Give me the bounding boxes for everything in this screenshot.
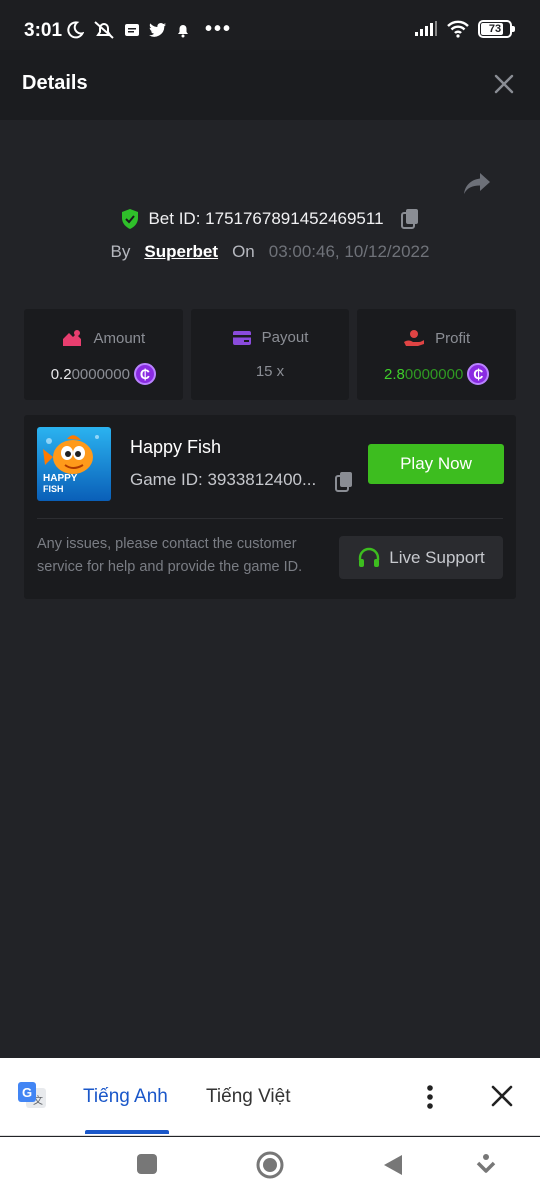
provider-link[interactable]: Superbet bbox=[144, 242, 218, 262]
message-icon bbox=[125, 23, 139, 36]
page-title: Details bbox=[22, 72, 88, 94]
coin-icon: ₵ bbox=[467, 363, 490, 385]
translate-bar: 文 G Tiếng Anh Tiếng Việt bbox=[0, 1058, 540, 1136]
payout-card: Payout 15 x bbox=[190, 309, 350, 400]
share-icon[interactable] bbox=[462, 170, 492, 198]
status-time: 3:01 bbox=[24, 20, 63, 41]
signal-icon bbox=[415, 21, 437, 36]
play-now-button[interactable]: Play Now bbox=[368, 444, 504, 484]
hide-nav-icon[interactable] bbox=[476, 1153, 496, 1175]
amount-value-main: 0.2 bbox=[50, 365, 72, 383]
support-text: Any issues, please contact the customer … bbox=[37, 536, 303, 575]
tab-target-language[interactable]: Tiếng Việt bbox=[206, 1086, 291, 1108]
active-tab-indicator bbox=[85, 1130, 169, 1134]
amount-value-rest: 0000000 bbox=[71, 365, 130, 383]
on-label: On bbox=[232, 242, 255, 261]
headset-icon bbox=[359, 547, 380, 567]
amount-icon bbox=[63, 330, 82, 346]
payout-value: 15 x bbox=[255, 363, 285, 380]
divider bbox=[37, 518, 503, 519]
google-translate-icon: 文 G bbox=[18, 1082, 46, 1108]
profit-value-rest: 0000000 bbox=[404, 365, 464, 383]
home-icon[interactable] bbox=[256, 1151, 284, 1179]
bell-off-icon bbox=[94, 20, 114, 39]
live-support-button[interactable]: Live Support bbox=[339, 536, 503, 579]
amount-card: Amount 0.20000000 ₵ bbox=[24, 309, 183, 400]
bet-id: Bet ID: 1751767891452469511 bbox=[148, 209, 384, 228]
battery-icon: 73 bbox=[478, 20, 515, 38]
back-icon[interactable] bbox=[382, 1153, 404, 1177]
live-support-label: Live Support bbox=[389, 547, 485, 567]
copy-bet-id-icon[interactable] bbox=[400, 208, 420, 230]
bet-id-row: Bet ID: 1751767891452469511 bbox=[0, 208, 540, 230]
game-id: Game ID: 3933812400... bbox=[130, 470, 317, 489]
game-card: HAPPY FISH Happy Fish Game ID: 393381240… bbox=[24, 415, 516, 599]
copy-game-id-icon[interactable] bbox=[334, 471, 354, 493]
thumb-title-2: FISH bbox=[43, 484, 64, 494]
notification-bell-icon bbox=[178, 24, 188, 37]
wifi-icon bbox=[447, 20, 469, 38]
thumb-title-1: HAPPY bbox=[43, 473, 78, 484]
profit-value-main: 2.8 bbox=[384, 365, 405, 383]
recents-icon[interactable] bbox=[136, 1153, 158, 1175]
game-thumbnail[interactable]: HAPPY FISH bbox=[37, 427, 111, 501]
shield-check-icon bbox=[122, 209, 139, 229]
battery-level: 73 bbox=[488, 23, 502, 35]
bet-datetime: 03:00:46, 10/12/2022 bbox=[268, 242, 430, 261]
by-label: By bbox=[110, 242, 131, 261]
bet-meta-row: By Superbet On 03:00:46, 10/12/2022 bbox=[0, 242, 540, 262]
coin-icon: ₵ bbox=[133, 363, 156, 385]
stats-row: Amount 0.20000000 ₵ Payout 15 x Profit 2… bbox=[24, 309, 517, 400]
system-nav-bar bbox=[0, 1137, 540, 1200]
twitter-icon bbox=[149, 22, 166, 37]
close-translate-icon[interactable] bbox=[490, 1084, 514, 1108]
moon-icon bbox=[67, 20, 84, 38]
amount-label: Amount bbox=[93, 329, 146, 347]
more-dots-icon: ••• bbox=[205, 18, 233, 40]
profit-label: Profit bbox=[435, 329, 471, 347]
payout-icon bbox=[232, 330, 251, 345]
profit-card: Profit 2.80000000 ₵ bbox=[357, 309, 517, 400]
details-header: Details bbox=[0, 50, 540, 120]
more-options-icon[interactable] bbox=[420, 1082, 440, 1112]
payout-label: Payout bbox=[261, 329, 309, 346]
profit-icon bbox=[404, 330, 425, 346]
close-icon[interactable] bbox=[492, 72, 516, 96]
game-name: Happy Fish bbox=[130, 437, 222, 457]
tab-source-language[interactable]: Tiếng Anh bbox=[83, 1086, 168, 1108]
svg-text:G: G bbox=[22, 1085, 32, 1100]
